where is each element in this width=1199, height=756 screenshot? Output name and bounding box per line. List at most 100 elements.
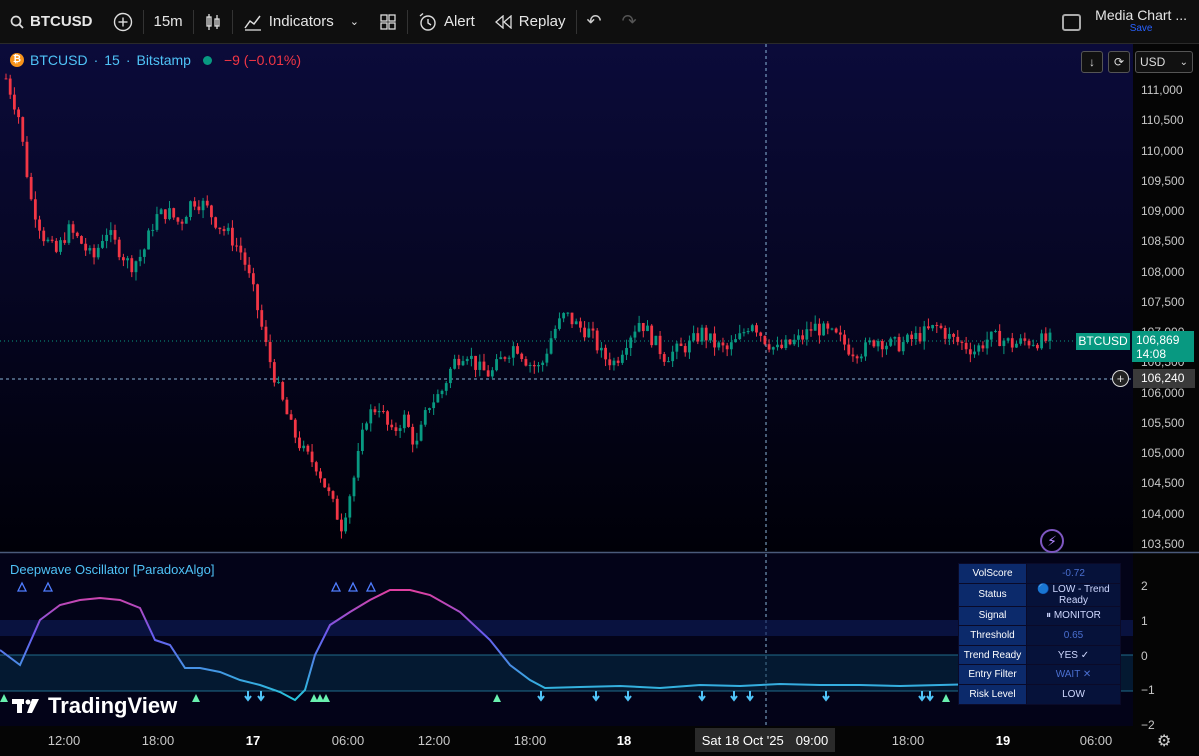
candle-body: [566, 312, 570, 314]
candle-body: [679, 343, 683, 347]
candle-body: [293, 419, 297, 438]
compare-button[interactable]: [103, 0, 143, 43]
candle-body: [1040, 333, 1044, 349]
candle-body: [365, 423, 368, 430]
indicators-button[interactable]: Indicators ⌄: [233, 0, 369, 43]
candle-body: [281, 382, 285, 400]
currency-label: USD: [1140, 55, 1166, 69]
candle-body: [327, 487, 331, 492]
candle-body: [402, 414, 406, 429]
candle-body: [654, 335, 658, 346]
sync-button[interactable]: ⟳: [1108, 51, 1130, 73]
dashboard-row: Entry Filter WAIT ✕: [958, 664, 1121, 685]
candle-body: [708, 333, 712, 341]
candle-body: [734, 339, 737, 343]
candle-body: [272, 362, 276, 383]
alert-button[interactable]: Alert: [408, 0, 485, 43]
price-axis-label: 109,000: [1141, 204, 1185, 218]
legend-interval: 15: [104, 52, 120, 68]
candle-body: [738, 333, 742, 340]
price-axis-label: 104,500: [1141, 476, 1185, 491]
chart-type-button[interactable]: [194, 0, 232, 43]
candle-body: [906, 334, 909, 343]
undo-button[interactable]: ↶: [577, 0, 612, 43]
candle-body: [109, 230, 113, 235]
layout-menu[interactable]: Media Chart ... Save: [1062, 8, 1187, 36]
candle-body: [482, 361, 486, 371]
candle-body: [826, 323, 830, 329]
candle-body: [1010, 338, 1014, 348]
download-button[interactable]: ↓: [1081, 51, 1103, 73]
candle-body: [142, 249, 146, 257]
time-axis-label: 18:00: [141, 733, 175, 748]
add-circle-icon: [113, 12, 132, 31]
candle-body: [574, 321, 578, 325]
lightning-icon[interactable]: ⚡: [1040, 529, 1064, 553]
candle-body: [688, 340, 691, 353]
tv-logo-icon: [12, 699, 39, 713]
candle-body: [172, 208, 176, 218]
alarm-clock-icon: [419, 12, 436, 31]
time-axis-label: 12:00: [47, 733, 81, 748]
candle-body: [683, 346, 687, 353]
tv-logo-text: TradingView: [48, 693, 178, 718]
dashboard-row: Risk Level LOW: [958, 683, 1121, 705]
candle-body: [868, 340, 872, 343]
candle-body: [432, 402, 436, 409]
time-axis-label: 06:00: [331, 733, 365, 748]
candle-body: [113, 230, 117, 240]
redo-button[interactable]: ↷: [612, 0, 647, 43]
replay-button[interactable]: Replay: [485, 0, 576, 43]
interval-button[interactable]: 15m: [144, 0, 193, 43]
candle-body: [381, 411, 385, 413]
candle-body: [75, 232, 79, 237]
dashboard-value: -0.72: [1026, 563, 1121, 584]
currency-select[interactable]: USD ⌄: [1135, 51, 1193, 73]
candle-body: [222, 229, 226, 232]
candle-body: [973, 351, 976, 355]
candle-body: [201, 200, 205, 211]
candle-body: [386, 411, 389, 425]
candle-body: [461, 361, 465, 366]
candle-body: [352, 477, 356, 497]
dashboard-value: 0.65: [1026, 625, 1121, 646]
candle-body: [910, 334, 914, 340]
symbol-legend[interactable]: ₿ BTCUSD · 15 · Bitstamp −9 (−0.01%): [10, 52, 301, 68]
price-axis-label: 107,500: [1141, 294, 1185, 309]
add-alert-plus-icon[interactable]: +: [1112, 370, 1129, 387]
candle-body: [117, 239, 121, 258]
candle-body: [235, 245, 239, 247]
last-price-tag: 106,869 14:08: [1132, 331, 1194, 362]
candle-body: [344, 517, 348, 532]
dashboard-key: VolScore: [958, 563, 1027, 584]
candle-body: [356, 451, 360, 478]
candle-body: [595, 330, 599, 351]
candle-body: [880, 341, 884, 350]
candle-body: [612, 360, 616, 366]
candle-body: [675, 343, 679, 352]
candle-body: [620, 354, 624, 363]
interval-label: 15m: [153, 13, 183, 30]
candle-body: [180, 221, 184, 224]
price-axis-label: 111,000: [1141, 83, 1183, 97]
candle-body: [369, 409, 373, 424]
candle-body: [449, 368, 452, 384]
candle-body: [38, 219, 41, 231]
candle-body: [713, 333, 716, 348]
price-axis-label: 105,500: [1141, 415, 1185, 430]
dashboard-key: Status: [958, 582, 1027, 607]
candle-body: [947, 333, 951, 339]
dashboard-value: 🔵 LOW - Trend Ready: [1026, 582, 1121, 607]
candle-body: [943, 327, 947, 339]
save-link[interactable]: Save: [1130, 22, 1153, 36]
candle-body: [1002, 340, 1006, 347]
gear-icon[interactable]: ⚙: [1157, 731, 1171, 751]
candle-body: [251, 273, 255, 285]
price-axis-label: 110,000: [1141, 143, 1184, 158]
symbol-search[interactable]: BTCUSD: [0, 0, 103, 43]
templates-button[interactable]: [369, 0, 407, 43]
crosshair-time-tag: Sat 18 Oct '25 09:00: [695, 728, 835, 752]
candle-body: [998, 330, 1002, 347]
candle-body: [277, 382, 280, 384]
indicator-title[interactable]: Deepwave Oscillator [ParadoxAlgo]: [10, 562, 215, 577]
